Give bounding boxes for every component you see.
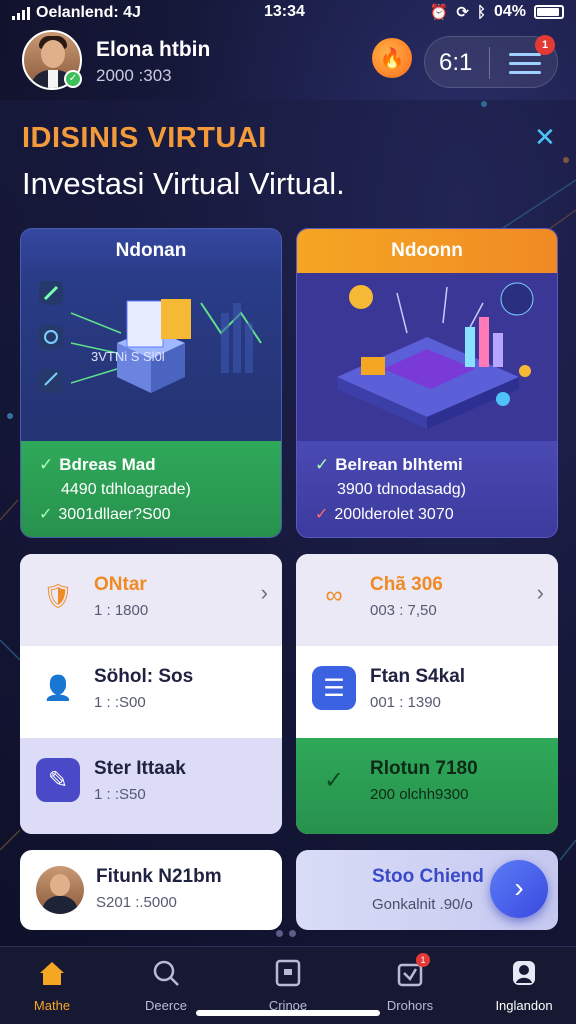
cta-card[interactable]: Stoo Chiend Gonkalnit .90/o › (296, 850, 558, 930)
card-line-1: 4490 tdhloagrade) (61, 481, 191, 498)
list-item[interactable]: ✓ Rlotun 7180 200 olchh9300 (296, 738, 558, 834)
close-icon[interactable]: ✕ (534, 122, 556, 153)
battery-icon (534, 5, 564, 19)
list-item[interactable]: 🛡 ONtar 1 : 1800 › (20, 554, 282, 646)
list-item-sub: 1 : :S00 (94, 694, 146, 711)
pill-count[interactable]: 6:1 (439, 49, 472, 77)
bluetooth-icon: ᛒ (476, 3, 486, 21)
doc-icon (275, 959, 301, 987)
list-item-title: Rlotun 7180 (370, 758, 478, 779)
user-icon: 👤 (43, 674, 73, 702)
list-item-title: ONtar (94, 574, 147, 595)
profile-card-title: Fitunk N21bm (96, 866, 222, 887)
rotation-lock-icon: ⟳ (456, 4, 469, 21)
pill-divider (489, 47, 490, 79)
list-item[interactable]: ∞ Chã 306 003 : 7,50 › (296, 554, 558, 646)
card-header: Ndoonn (297, 229, 557, 273)
bonus-icon[interactable]: 🔥 (372, 38, 412, 78)
profile-card[interactable]: Fitunk N21bm S201 :.5000 (20, 850, 282, 930)
list-card-left: 🛡 ONtar 1 : 1800 › 👤 Söhol: Sos 1 : :S00… (20, 554, 282, 834)
nav-profile[interactable]: Inglandon (474, 959, 574, 1013)
card-footer: ✓ Bdreas Mad 4490 tdhloagrade) ✓ 3001dllae… (21, 441, 281, 537)
list-item[interactable]: ☰ Ftan S4kal 001 : 1390 (296, 646, 558, 738)
cta-card-sub: Gonkalnit .90/o (372, 896, 473, 913)
card-title: Belrean blhtemi (335, 455, 463, 474)
banner-title: IDISINIS VIRTUAI (22, 122, 267, 154)
user-balance: 2000 :303 (96, 66, 172, 85)
alarm-icon: ⏰ (429, 4, 449, 21)
status-time: 13:34 (264, 3, 305, 20)
header-pill: 6:1 1 (424, 35, 558, 88)
menu-icon[interactable] (509, 53, 541, 75)
card-header: Ndonan (21, 229, 281, 273)
list-item-sub: 200 olchh9300 (370, 786, 469, 803)
list-item-title: Söhol: Sos (94, 666, 194, 687)
go-button[interactable]: › (490, 860, 548, 918)
nav-home[interactable]: Mathe (2, 959, 102, 1013)
page-indicator (276, 930, 296, 937)
signal-icon (12, 6, 30, 20)
status-bar: Oelanlend: 4J 13:34 ⏰ ⟳ ᛒ 04% (0, 0, 576, 26)
chevron-right-icon[interactable]: › (261, 580, 268, 606)
nav-badge: 1 (416, 953, 430, 967)
chevron-right-icon[interactable]: › (537, 580, 544, 606)
app-header: ✓ Elona htbin 2000 :303 🔥 6:1 1 (0, 26, 576, 100)
nav-label: Inglandon (495, 998, 553, 1013)
user-name: Elona htbin (96, 38, 211, 61)
check-icon: ✓ (315, 455, 330, 474)
search-icon (153, 960, 179, 986)
list-item[interactable]: ✎ Ster Ittaak 1 : :S50 (20, 738, 282, 834)
card-line-2: 200lderolet 3070 (334, 506, 454, 523)
card-line-2: 3001dllaer?S00 (58, 506, 171, 523)
list-item-title: Ster Ittaak (94, 758, 186, 779)
nav-search[interactable]: Deerce (116, 959, 216, 1013)
main-panel: IDISINIS VIRTUAI ✕ Investasi Virtual Vir… (0, 100, 576, 946)
list-item-title: Chã 306 (370, 574, 443, 595)
check-icon: ✓ (323, 766, 345, 794)
carrier-label: Oelanlend: 4J (36, 4, 141, 21)
profile-icon (513, 961, 535, 985)
nav-shop[interactable]: 1 Drohors (360, 953, 460, 1013)
check-icon: ✓ (39, 506, 53, 523)
document-icon: ☰ (312, 666, 356, 710)
nav-label: Mathe (33, 998, 71, 1013)
investment-card-left[interactable]: Ndonan 3VTNi S Sl0l ✓ Bdreas Mad 4490 tdh… (20, 228, 282, 538)
profile-card-sub: S201 :.5000 (96, 894, 177, 911)
online-status-icon: ✓ (64, 70, 82, 88)
banner-subtitle: Investasi Virtual Virtual. (22, 166, 345, 201)
list-item-sub: 1 : 1800 (94, 602, 149, 619)
battery-percent: 04% (493, 3, 526, 20)
shield-check-icon: 🛡 (42, 582, 74, 610)
wand-icon: ✎ (36, 758, 80, 802)
art-caption: 3VTNi S Sl0l (91, 349, 165, 364)
list-item-sub: 001 : 1390 (370, 694, 441, 711)
list-item-title: Ftan S4kal (370, 666, 466, 687)
list-item[interactable]: 👤 Söhol: Sos 1 : :S00 (20, 646, 282, 738)
nav-docs[interactable]: Crinoe (238, 959, 338, 1013)
cta-card-title: Stoo Chiend (372, 866, 484, 887)
card-footer: ✓ Belrean blhtemi 3900 tdnodasadg) ✓ 200ld… (297, 441, 557, 537)
list-item-sub: 003 : 7,50 (370, 602, 437, 619)
list-card-right: ∞ Chã 306 003 : 7,50 › ☰ Ftan S4kal 001 … (296, 554, 558, 834)
card-line-1: 3900 tdnodasadg) (337, 481, 466, 498)
card-title: Bdreas Mad (59, 455, 156, 474)
list-item-sub: 1 : :S50 (94, 786, 146, 803)
home-icon (40, 962, 64, 985)
link-icon: ∞ (325, 582, 343, 609)
home-indicator (196, 1010, 380, 1016)
check-icon: ✓ (39, 455, 54, 474)
platform-illustration (337, 282, 534, 429)
investment-card-right[interactable]: Ndoonn ✓ Belrean blhtemi 3900 tdnodasadg)… (296, 228, 558, 538)
check-icon: ✓ (315, 506, 329, 523)
menu-badge: 1 (535, 35, 555, 55)
avatar (36, 866, 84, 914)
